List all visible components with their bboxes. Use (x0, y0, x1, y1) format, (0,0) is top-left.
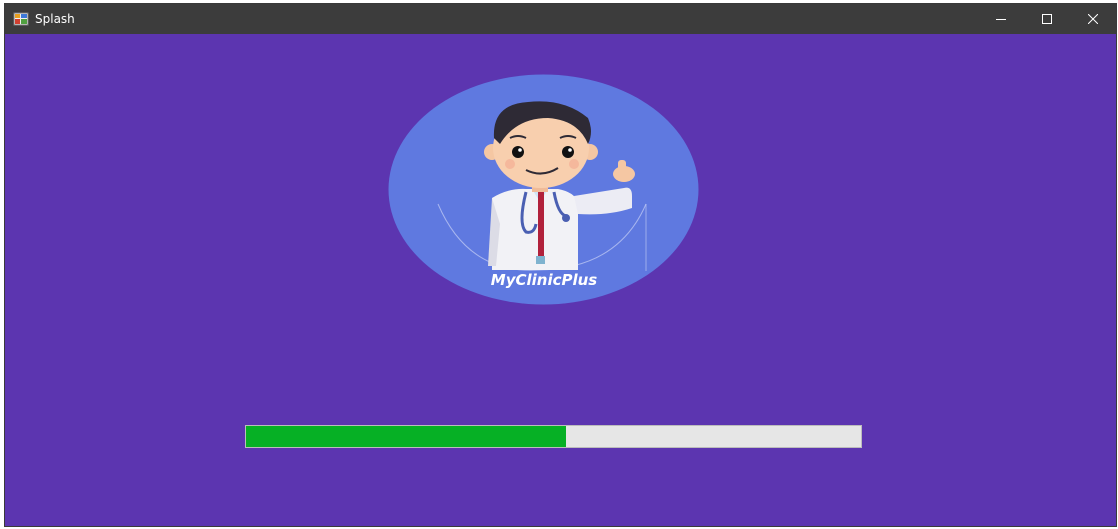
minimize-button[interactable] (978, 4, 1024, 34)
minimize-icon (996, 19, 1006, 20)
maximize-icon (1042, 14, 1052, 24)
logo-text: MyClinicPlus (491, 271, 598, 289)
clinic-logo: MyClinicPlus (388, 74, 699, 305)
close-icon (1088, 14, 1098, 24)
app-window-icon (13, 11, 29, 27)
window-controls (978, 4, 1116, 34)
window-title: Splash (35, 12, 75, 26)
title-bar[interactable]: Splash (5, 4, 1116, 34)
splash-window: Splash MyClinicPlus (4, 3, 1117, 527)
close-button[interactable] (1070, 4, 1116, 34)
loading-progress-bar (245, 425, 862, 448)
progress-fill (246, 426, 566, 447)
maximize-button[interactable] (1024, 4, 1070, 34)
